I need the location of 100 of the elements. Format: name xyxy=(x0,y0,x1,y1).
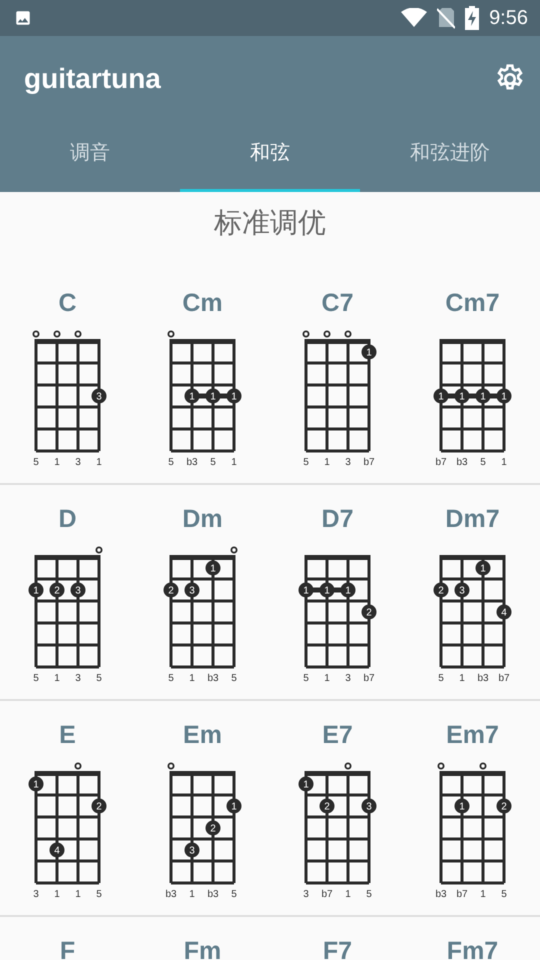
interval-label: 3 xyxy=(74,457,80,468)
finger-dot: 1 xyxy=(28,776,43,792)
interval-label: 5 xyxy=(438,673,444,684)
interval-label: b3 xyxy=(186,457,198,468)
finger-dot: 2 xyxy=(49,582,64,598)
finger-dot: 1 xyxy=(475,388,490,404)
chord-name: Fm xyxy=(184,936,222,960)
finger-dot: 1 xyxy=(361,344,376,360)
interval-label: 5 xyxy=(302,457,308,468)
interval-label: 1 xyxy=(324,457,330,468)
interval-label: 5 xyxy=(366,889,372,900)
interval-label: b7 xyxy=(498,673,510,684)
interval-label: 5 xyxy=(96,889,102,900)
interval-label: 5 xyxy=(32,457,38,468)
finger-dot: 2 xyxy=(319,798,334,814)
interval-label: b3 xyxy=(476,673,488,684)
finger-dot: 3 xyxy=(184,842,199,858)
interval-label: 5 xyxy=(32,673,38,684)
battery-charging-icon xyxy=(465,6,480,30)
interval-label: 3 xyxy=(344,457,350,468)
finger-dot: 1 xyxy=(226,388,241,404)
interval-label: 1 xyxy=(458,673,464,684)
finger-dot: 3 xyxy=(91,388,106,404)
interval-label: 1 xyxy=(500,457,506,468)
finger-dot: 1 xyxy=(433,388,448,404)
chord-name: E xyxy=(59,720,76,751)
finger-dot: 2 xyxy=(361,604,376,620)
finger-dot: 1 xyxy=(184,388,199,404)
tab[interactable]: 和弦进阶 xyxy=(360,122,540,192)
chord-name: Fm7 xyxy=(446,936,498,960)
finger-dot: 2 xyxy=(91,798,106,814)
finger-dot: 1 xyxy=(340,582,355,598)
finger-dot: 4 xyxy=(496,604,511,620)
chord-name: Em xyxy=(183,720,222,751)
finger-dot: 3 xyxy=(70,582,85,598)
finger-dot: 1 xyxy=(454,798,469,814)
interval-label: 5 xyxy=(210,457,216,468)
interval-label: 1 xyxy=(480,889,486,900)
interval-label: 1 xyxy=(54,889,60,900)
interval-label: 5 xyxy=(168,673,174,684)
interval-label: b7 xyxy=(456,889,468,900)
finger-dot: 1 xyxy=(298,776,313,792)
no-sim-icon xyxy=(437,7,456,29)
finger-dot: 1 xyxy=(454,388,469,404)
interval-label: 1 xyxy=(54,457,60,468)
interval-label: 1 xyxy=(230,457,236,468)
finger-dot: 1 xyxy=(475,560,490,576)
tab[interactable]: 和弦 xyxy=(180,122,360,192)
status-time: 9:56 xyxy=(489,6,528,30)
chord-name: F7 xyxy=(322,936,352,960)
finger-dot: 1 xyxy=(298,582,313,598)
chord-name: C7 xyxy=(322,288,354,319)
interval-label: 1 xyxy=(188,889,194,900)
finger-dot: 3 xyxy=(184,582,199,598)
chord-name: Em7 xyxy=(446,720,499,751)
interval-label: b7 xyxy=(362,673,374,684)
image-icon xyxy=(14,9,32,27)
interval-label: b7 xyxy=(362,457,374,468)
wifi-icon xyxy=(401,8,428,28)
interval-label: 1 xyxy=(344,889,350,900)
interval-label: b3 xyxy=(164,889,176,900)
finger-dot: 1 xyxy=(205,388,220,404)
finger-dot: 2 xyxy=(433,582,448,598)
finger-dot: 2 xyxy=(205,820,220,836)
finger-dot: 1 xyxy=(205,560,220,576)
interval-label: 5 xyxy=(230,889,236,900)
interval-label: 5 xyxy=(168,457,174,468)
finger-dot: 1 xyxy=(496,388,511,404)
finger-dot: 4 xyxy=(49,842,64,858)
finger-dot: 2 xyxy=(163,582,178,598)
chord-name: Dm7 xyxy=(445,504,500,535)
interval-label: b3 xyxy=(206,889,218,900)
interval-label: 1 xyxy=(96,457,102,468)
interval-label: 5 xyxy=(302,673,308,684)
app-title: guitartuna xyxy=(24,63,161,95)
chord-name: Cm7 xyxy=(445,288,500,319)
interval-label: b3 xyxy=(456,457,468,468)
interval-label: b3 xyxy=(434,889,446,900)
finger-dot: 2 xyxy=(496,798,511,814)
chord-name: Cm xyxy=(182,288,223,319)
finger-dot: 1 xyxy=(226,798,241,814)
tuning-title: 标准调优 xyxy=(214,206,326,240)
interval-label: 3 xyxy=(32,889,38,900)
interval-label: 1 xyxy=(54,673,60,684)
finger-dot: 1 xyxy=(28,582,43,598)
interval-label: 5 xyxy=(500,889,506,900)
interval-label: 5 xyxy=(230,673,236,684)
chord-name: C xyxy=(58,288,77,319)
tab[interactable]: 调音 xyxy=(0,122,180,192)
interval-label: 1 xyxy=(324,673,330,684)
chord-name: Dm xyxy=(182,504,223,535)
finger-dot: 3 xyxy=(454,582,469,598)
interval-label: b7 xyxy=(434,457,446,468)
chord-name: D7 xyxy=(322,504,354,535)
chord-name: E7 xyxy=(322,720,353,751)
interval-label: 1 xyxy=(188,673,194,684)
finger-dot: 1 xyxy=(319,582,334,598)
interval-label: 3 xyxy=(302,889,308,900)
interval-label: 3 xyxy=(74,673,80,684)
chord-name: F xyxy=(60,936,76,960)
